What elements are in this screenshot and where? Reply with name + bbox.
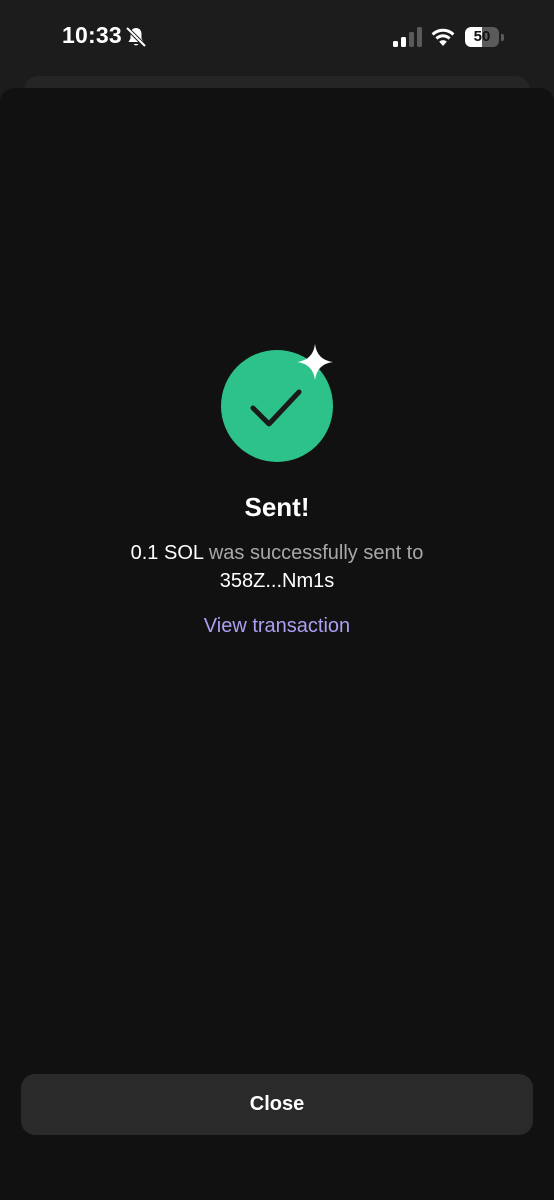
message-text: was successfully sent to xyxy=(208,542,424,564)
wifi-icon xyxy=(431,28,455,46)
status-time: 10:33 xyxy=(62,22,122,48)
sent-amount: 0.1 SOL xyxy=(130,542,204,564)
result-title: Sent! xyxy=(244,492,310,522)
send-result-sheet xyxy=(0,88,554,1200)
screen: 10:33 50 Sent! 0.1 SOL was successfully … xyxy=(0,0,554,1200)
result-content: Sent! 0.1 SOL was successfully sent to 3… xyxy=(0,344,554,638)
recipient-address: 358Z...Nm1s xyxy=(219,570,335,592)
battery-body: 50 xyxy=(465,27,499,47)
battery-level: 50 xyxy=(473,28,491,45)
sparkle-icon xyxy=(297,344,333,380)
bell-slash-icon xyxy=(125,26,147,48)
checkmark-icon xyxy=(250,389,302,427)
status-bar: 10:33 50 xyxy=(0,0,554,76)
result-message: 0.1 SOL was successfully sent to 358Z...… xyxy=(77,539,477,595)
view-transaction-link[interactable]: View transaction xyxy=(204,615,350,638)
success-badge xyxy=(221,344,333,462)
battery-icon: 50 xyxy=(465,27,504,47)
cellular-signal-icon xyxy=(393,27,422,47)
close-button[interactable]: Close xyxy=(21,1074,533,1135)
battery-cap xyxy=(501,34,504,41)
